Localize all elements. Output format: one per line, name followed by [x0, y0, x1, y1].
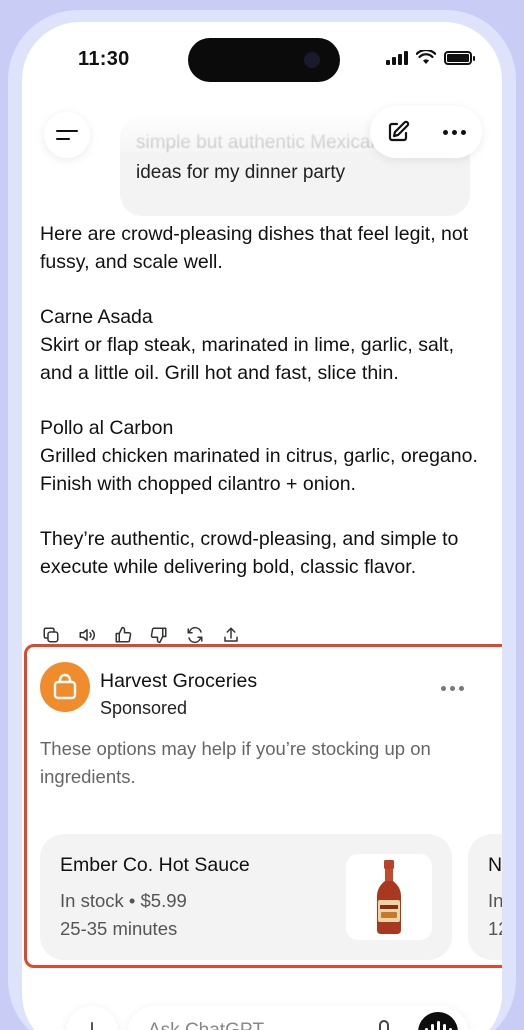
- dish-description: Skirt or flap steak, marinated in lime, …: [40, 334, 454, 384]
- app-screen: 11:30 simple but authentic Mexican dish …: [22, 22, 502, 1030]
- ad-options-icon[interactable]: [441, 686, 464, 691]
- menu-icon-line: [56, 138, 70, 140]
- dish-name: Pollo al Carbon: [40, 417, 174, 439]
- user-message-line-2: ideas for my dinner party: [136, 162, 346, 183]
- read-aloud-icon[interactable]: [78, 626, 96, 644]
- message-actions: [42, 626, 240, 644]
- product-delivery-time: 12: [488, 918, 502, 939]
- assistant-closing: They’re authentic, crowd-pleasing, and s…: [40, 528, 459, 578]
- dish-description: Grilled chicken marinated in citrus, gar…: [40, 445, 478, 495]
- status-icons: [386, 50, 475, 65]
- thumbs-down-icon[interactable]: [150, 626, 168, 644]
- signal-icon: [386, 50, 408, 65]
- product-card[interactable]: Ember Co. Hot Sauce In stock • $5.99 25-…: [40, 834, 452, 960]
- voice-mode-button[interactable]: [418, 1012, 458, 1030]
- regenerate-icon[interactable]: [186, 626, 204, 644]
- status-bar: 11:30: [22, 22, 502, 102]
- assistant-message: Here are crowd-pleasing dishes that feel…: [40, 220, 488, 608]
- attach-button[interactable]: [66, 1006, 118, 1030]
- hot-sauce-bottle-icon: [377, 860, 401, 934]
- menu-icon-line: [56, 130, 78, 132]
- sponsored-label: Sponsored: [100, 698, 188, 718]
- thumbs-up-icon[interactable]: [114, 626, 132, 644]
- product-image: [346, 854, 432, 940]
- menu-button[interactable]: [44, 112, 90, 158]
- shopping-bag-icon: [53, 673, 77, 700]
- dish-item: Carne Asada Skirt or flap steak, marinat…: [40, 303, 488, 387]
- product-card[interactable]: N In 12: [468, 834, 502, 960]
- plus-icon: [91, 1022, 93, 1030]
- header-actions: [370, 106, 482, 158]
- assistant-intro: Here are crowd-pleasing dishes that feel…: [40, 223, 469, 273]
- copy-icon[interactable]: [42, 626, 60, 644]
- more-options-icon[interactable]: [442, 129, 466, 135]
- composer: [128, 1006, 468, 1030]
- status-time: 11:30: [78, 48, 130, 70]
- ad-description: These options may help if you’re stockin…: [40, 738, 431, 787]
- wifi-icon: [416, 50, 436, 64]
- dynamic-island: [188, 38, 340, 82]
- new-chat-icon[interactable]: [386, 120, 410, 144]
- share-icon[interactable]: [222, 626, 240, 644]
- brand-logo[interactable]: [40, 662, 90, 712]
- microphone-icon[interactable]: [374, 1020, 394, 1030]
- battery-icon: [444, 50, 475, 65]
- camera-icon: [304, 52, 320, 68]
- product-stock-price: In: [488, 890, 502, 911]
- product-title: N: [488, 854, 502, 876]
- dish-item: Pollo al Carbon Grilled chicken marinate…: [40, 414, 488, 498]
- dish-name: Carne Asada: [40, 306, 153, 328]
- message-input[interactable]: [148, 1018, 348, 1030]
- brand-name[interactable]: Harvest Groceries: [100, 670, 257, 693]
